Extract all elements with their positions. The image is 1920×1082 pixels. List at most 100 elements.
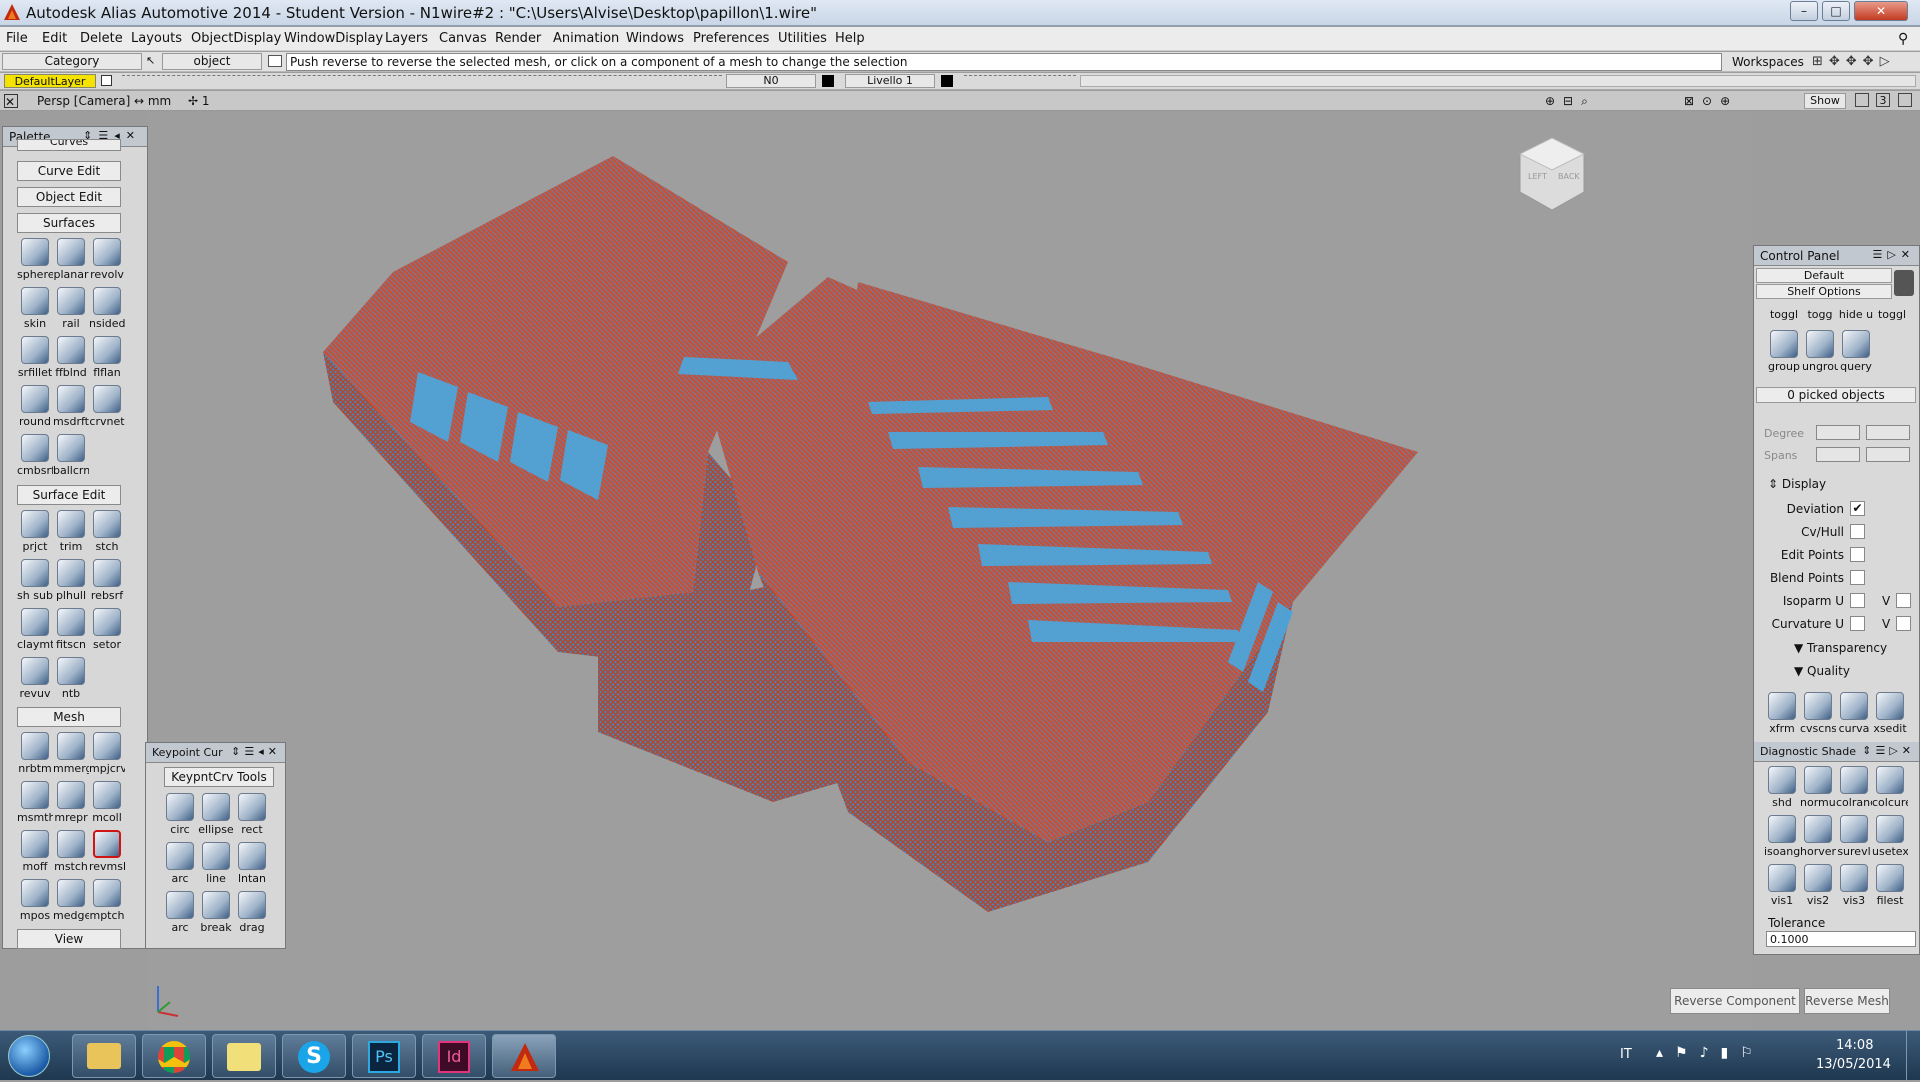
layer-default[interactable]: DefaultLayer [4, 74, 96, 88]
tool-revolve[interactable]: revolv [89, 238, 125, 286]
tool-plhull[interactable]: plhull [53, 559, 89, 607]
tool-ffblnd[interactable]: ffblnd [53, 336, 89, 384]
view-tools-icons[interactable]: ⊕⊟⌕ [1545, 94, 1596, 109]
workspaces-label[interactable]: Workspaces [1732, 55, 1804, 69]
reverse-component-button[interactable]: Reverse Component [1670, 988, 1800, 1014]
tray-icons[interactable]: ▴⚑♪▮⚐ [1656, 1045, 1765, 1061]
tool-mcoll[interactable]: mcoll [89, 781, 125, 829]
layer-n0-swatch[interactable] [822, 75, 834, 87]
tool-xfrm[interactable]: xfrm [1764, 692, 1800, 740]
palette-surface-edit-tab[interactable]: Surface Edit [17, 485, 121, 505]
palette-curve-edit-tab[interactable]: Curve Edit [17, 161, 121, 181]
palette-mesh-tab[interactable]: Mesh [17, 707, 121, 727]
tool-medge[interactable]: medge [53, 879, 89, 927]
cvhull-checkbox[interactable] [1850, 524, 1865, 539]
tool-rebsrf[interactable]: rebsrf [89, 559, 125, 607]
tool-msmth[interactable]: msmth [17, 781, 53, 829]
isoparm-u-checkbox[interactable] [1850, 593, 1865, 608]
taskbar-alias[interactable] [492, 1034, 556, 1078]
workspace-default-dropdown[interactable]: Default [1756, 268, 1892, 283]
prompt-history-icon[interactable] [268, 55, 282, 67]
tool-isoang[interactable]: isoang [1764, 815, 1800, 863]
tool-hide[interactable]: hide u [1838, 296, 1874, 328]
spans-field-v[interactable] [1866, 447, 1910, 462]
isoparm-v-checkbox[interactable] [1896, 593, 1911, 608]
tool-round[interactable]: round [17, 385, 53, 433]
layer-n0[interactable]: N0 [726, 74, 816, 88]
view-maximize-icon[interactable] [1898, 93, 1912, 107]
transparency-section[interactable]: ▼ Transparency [1794, 641, 1887, 655]
menu-windows[interactable]: Windows [626, 31, 684, 46]
menu-delete[interactable]: Delete [80, 31, 123, 46]
tool-surevl[interactable]: surevl [1836, 815, 1872, 863]
tool-mptch[interactable]: mptch [89, 879, 125, 927]
tool-claymt[interactable]: claymt [17, 608, 53, 656]
tool-nsided[interactable]: nsided [89, 287, 125, 335]
tool-trim[interactable]: trim [53, 510, 89, 558]
tool-usetex[interactable]: usetex [1872, 815, 1908, 863]
spans-field-u[interactable] [1816, 447, 1860, 462]
tool-srfillet[interactable]: srfillet [17, 336, 53, 384]
taskbar-skype[interactable]: S [282, 1034, 346, 1078]
pick-icon[interactable]: ↖ [146, 54, 155, 67]
tool-mpjcrv[interactable]: mpjcrv [89, 732, 125, 780]
tool-lntan[interactable]: lntan [234, 842, 270, 890]
workspace-icons[interactable]: ⊞✥✥✥▷ [1812, 54, 1896, 69]
menu-file[interactable]: File [6, 31, 28, 46]
layer-slots-blank[interactable] [1080, 75, 1916, 87]
menu-utilities[interactable]: Utilities [778, 31, 827, 46]
layer-livello-1[interactable]: Livello 1 [845, 74, 935, 88]
menu-layers[interactable]: Layers [385, 31, 428, 46]
clock-date[interactable]: 13/05/2014 [1816, 1057, 1891, 1072]
tool-vis1[interactable]: vis1 [1764, 864, 1800, 912]
quality-section[interactable]: ▼ Quality [1794, 664, 1850, 678]
tool-ungroup[interactable]: ungrou [1802, 330, 1838, 378]
tool-planar[interactable]: planar [53, 238, 89, 286]
tool-msdrft[interactable]: msdrft [53, 385, 89, 433]
tool-mmerg[interactable]: mmerg [53, 732, 89, 780]
keypoint-header-icons[interactable]: ⇕☰◂✕ [231, 745, 281, 758]
tool-skin[interactable]: skin [17, 287, 53, 335]
trash-icon[interactable] [1894, 270, 1914, 296]
taskbar-explorer[interactable] [72, 1034, 136, 1078]
layer-slot-empty[interactable] [964, 75, 1076, 87]
tool-fitscn[interactable]: fitscn [53, 608, 89, 656]
show-button[interactable]: Show [1804, 93, 1846, 109]
menu-windowdisplay[interactable]: WindowDisplay [284, 31, 383, 46]
show-desktop-button[interactable] [1906, 1031, 1920, 1081]
tool-arc-2[interactable]: arc [162, 891, 198, 939]
tool-moff[interactable]: moff [17, 830, 53, 878]
tool-ballcrn[interactable]: ballcrn [53, 434, 89, 482]
tool-curva[interactable]: curva [1836, 692, 1872, 740]
tool-drag[interactable]: drag [234, 891, 270, 939]
palette-curves-tab[interactable]: Curves [17, 139, 121, 151]
minimize-button[interactable]: – [1790, 1, 1818, 21]
view-number[interactable]: 3 [1876, 93, 1890, 107]
tool-toggle-3[interactable]: toggl [1874, 296, 1910, 328]
tool-flflan[interactable]: flflan [89, 336, 125, 384]
tool-ntb[interactable]: ntb [53, 657, 89, 705]
taskbar-chrome[interactable] [142, 1034, 206, 1078]
view-mode-icons[interactable]: ⊠⊙⊕ [1684, 94, 1738, 108]
viewport[interactable]: LEFT BACK Reverse Component Reverse Mesh [148, 112, 1890, 1030]
deviation-checkbox[interactable]: ✔ [1850, 501, 1865, 516]
display-section[interactable]: ⇕ Display [1768, 477, 1826, 491]
tool-colranc[interactable]: colranc [1836, 766, 1872, 814]
control-header-icons[interactable]: ☰▷✕ [1872, 248, 1915, 261]
object-dropdown[interactable]: object [162, 53, 262, 70]
keypoint-tools-tab[interactable]: KeypntCrv Tools [164, 767, 274, 787]
tool-xsedit[interactable]: xsedit [1872, 692, 1908, 740]
tool-query[interactable]: query [1838, 330, 1874, 378]
category-dropdown[interactable]: Category [2, 53, 142, 70]
taskbar-notes[interactable] [212, 1034, 276, 1078]
tool-vis2[interactable]: vis2 [1800, 864, 1836, 912]
menu-help[interactable]: Help [835, 31, 865, 46]
degree-field-v[interactable] [1866, 425, 1910, 440]
user-icon[interactable]: ⚲ [1898, 31, 1908, 47]
tool-line[interactable]: line [198, 842, 234, 890]
tool-cmbsrf[interactable]: cmbsrf [17, 434, 53, 482]
tool-cvscnsrf[interactable]: cvscnsrf [1800, 692, 1836, 740]
tool-circ[interactable]: circ [162, 793, 198, 841]
tool-prjct[interactable]: prjct [17, 510, 53, 558]
start-button[interactable] [8, 1035, 50, 1077]
